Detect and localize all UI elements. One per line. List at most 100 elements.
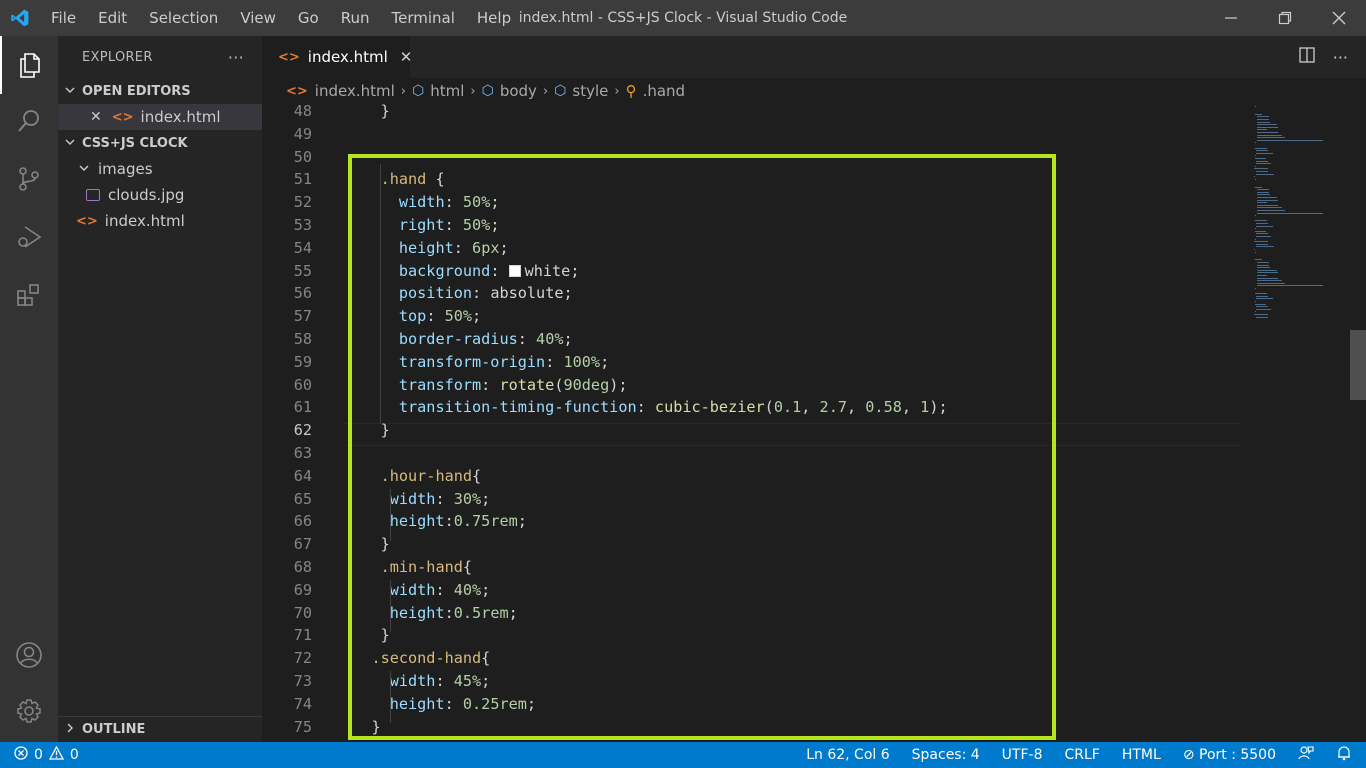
code-text: } (380, 421, 390, 440)
minimize-button[interactable] (1204, 0, 1258, 36)
minimap-line (1256, 223, 1269, 224)
minimap[interactable] (1242, 104, 1350, 742)
indentation[interactable]: Spaces: 4 (912, 747, 980, 763)
breadcrumb-item[interactable]: index.html (315, 82, 395, 100)
cursor-position[interactable]: Ln 62, Col 6 (806, 747, 889, 763)
accounts-icon[interactable] (0, 626, 58, 684)
breadcrumb-item[interactable]: .hand (643, 82, 686, 100)
code-line[interactable]: 72 .second-hand{ (262, 647, 1242, 670)
code-line[interactable]: 53 right: 50%; (262, 214, 1242, 237)
color-swatch[interactable] (508, 264, 521, 277)
code-line[interactable]: 52 width: 50%; (262, 191, 1242, 214)
folder-images[interactable]: images (58, 156, 262, 182)
minimap-line (1257, 262, 1270, 263)
menu-edit[interactable]: Edit (87, 0, 138, 36)
code-line[interactable]: 64 .hour-hand{ (262, 465, 1242, 488)
outline-section[interactable]: OUTLINE (58, 716, 262, 742)
file-index-html[interactable]: <> index.html (58, 208, 262, 234)
menu-run[interactable]: Run (330, 0, 381, 36)
code-line[interactable]: 54 height: 6px; (262, 237, 1242, 260)
code-line[interactable]: 67 } (262, 533, 1242, 556)
code-line[interactable]: 66 height:0.75rem; (262, 510, 1242, 533)
minimap-line (1253, 314, 1268, 315)
code-line[interactable]: 50 (262, 146, 1242, 169)
code-text: .min-hand{ (380, 558, 473, 576)
more-actions-icon[interactable]: ··· (1333, 48, 1348, 67)
code-line[interactable]: 74 height: 0.25rem; (262, 693, 1242, 716)
menu-selection[interactable]: Selection (138, 0, 229, 36)
problems-indicator[interactable]: 0 0 (0, 745, 79, 764)
cube-icon: ⬡ (411, 83, 425, 99)
code-line[interactable]: 75 } (262, 716, 1242, 739)
code-line[interactable]: 58 border-radius: 40%; (262, 328, 1242, 351)
open-editor-item[interactable]: ✕ <> index.html (58, 104, 262, 130)
source-control-icon[interactable] (0, 150, 58, 208)
more-actions-button[interactable]: ··· (228, 48, 244, 67)
menu-file[interactable]: File (40, 0, 87, 36)
code-editor[interactable]: 48 } 49 50 51 .hand {52 width: 50%; 53 right… (262, 104, 1242, 742)
settings-gear-icon[interactable] (0, 682, 58, 740)
code-line[interactable]: 59 transform-origin: 100%; (262, 351, 1242, 374)
minimap-line (1256, 233, 1269, 235)
feedback-icon[interactable] (1298, 745, 1314, 765)
tab-index-html[interactable]: <> index.html ✕ (262, 36, 413, 78)
code-text: width: 40%; (389, 580, 491, 599)
code-line[interactable]: 60 transform: rotate(90deg); (262, 374, 1242, 397)
no-entry-icon: ⊘ (1182, 747, 1195, 763)
code-line[interactable]: 51 .hand { (262, 168, 1242, 191)
minimap-line (1257, 280, 1283, 282)
code-text: .second-hand{ (371, 649, 491, 668)
breadcrumb-item[interactable]: html (430, 82, 464, 100)
code-line[interactable]: 71 } (262, 624, 1242, 647)
minimap-line (1256, 171, 1269, 172)
project-section[interactable]: CSS+JS CLOCK (58, 130, 262, 156)
vertical-scrollbar[interactable] (1350, 104, 1366, 742)
minimap-line (1256, 150, 1269, 152)
run-debug-icon[interactable] (0, 208, 58, 266)
code-line[interactable]: 48 } (262, 104, 1242, 123)
search-icon[interactable] (0, 92, 58, 150)
menu-help[interactable]: Help (466, 0, 522, 36)
code-line[interactable]: 69 width: 40%; (262, 579, 1242, 602)
scrollbar-thumb[interactable] (1350, 330, 1366, 400)
code-line[interactable]: 57 top: 50%; (262, 305, 1242, 328)
minimap-line (1256, 173, 1274, 175)
language-mode[interactable]: HTML (1122, 747, 1161, 763)
code-line[interactable]: 49 (262, 123, 1242, 146)
menu-view[interactable]: View (229, 0, 287, 36)
code-line[interactable]: 70 height:0.5rem; (262, 602, 1242, 625)
open-editors-section[interactable]: OPEN EDITORS (58, 78, 262, 104)
close-icon[interactable]: ✕ (90, 109, 102, 125)
code-line[interactable]: 56 position: absolute; (262, 282, 1242, 305)
code-line[interactable]: 55 background: white; (262, 260, 1242, 283)
explorer-header: EXPLORER ··· (58, 36, 262, 78)
split-editor-icon[interactable] (1299, 47, 1315, 67)
code-line[interactable]: 61 transition-timing-function: cubic-bez… (262, 396, 1242, 419)
line-number: 73 (293, 672, 312, 690)
code-line[interactable]: 65 width: 30%; (262, 488, 1242, 511)
minimap-line (1256, 306, 1269, 308)
code-line[interactable]: 63 (262, 442, 1242, 465)
line-number: 50 (293, 147, 312, 166)
breadcrumb-item[interactable]: style (572, 82, 608, 100)
menu-terminal[interactable]: Terminal (381, 0, 466, 36)
file-clouds-jpg[interactable]: clouds.jpg (58, 182, 262, 208)
minimap-line (1257, 124, 1277, 126)
end-of-line[interactable]: CRLF (1064, 747, 1099, 763)
encoding[interactable]: UTF-8 (1002, 747, 1043, 763)
code-line[interactable]: 68 .min-hand{ (262, 556, 1242, 579)
explorer-icon[interactable] (0, 36, 58, 94)
code-text: height: 6px; (398, 238, 509, 257)
live-server-port[interactable]: ⊘ Port : 5500 (1183, 747, 1276, 763)
extensions-icon[interactable] (0, 266, 58, 324)
breadcrumb-item[interactable]: body (500, 82, 537, 100)
close-tab-icon[interactable]: ✕ (400, 48, 413, 66)
line-number: 48 (293, 104, 312, 120)
code-line[interactable]: 73 width: 45%; (262, 670, 1242, 693)
close-button[interactable] (1312, 0, 1366, 36)
menu-go[interactable]: Go (287, 0, 330, 36)
code-line[interactable]: 62 } (262, 419, 1242, 442)
restore-button[interactable] (1258, 0, 1312, 36)
notifications-bell-icon[interactable] (1336, 745, 1352, 765)
minimap-line (1254, 158, 1266, 159)
